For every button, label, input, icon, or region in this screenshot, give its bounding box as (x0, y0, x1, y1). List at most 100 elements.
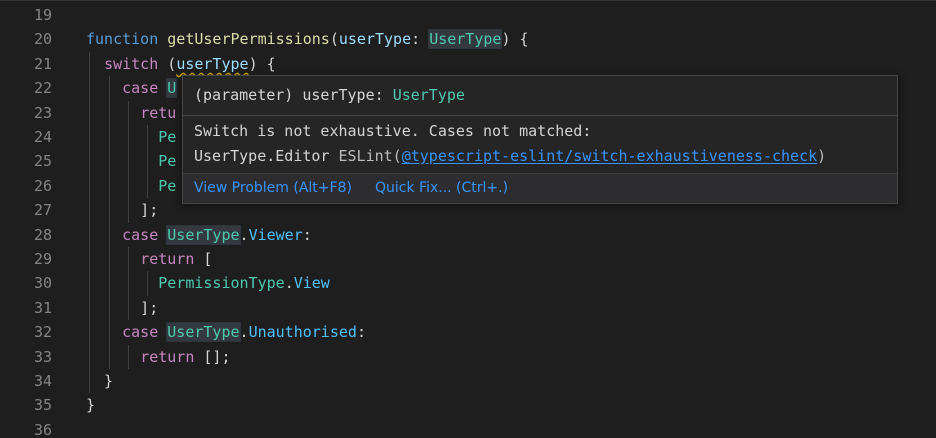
line-number: 26 (33, 176, 52, 195)
code-token: UserType (428, 29, 503, 50)
code-line[interactable]: 31 ]; (0, 295, 936, 321)
line-number: 28 (33, 225, 52, 244)
code-token: function (86, 30, 159, 49)
code-token: . (284, 274, 294, 293)
code-token: : (356, 323, 366, 342)
code-token: case (122, 323, 159, 342)
code-text: ]; (86, 296, 158, 320)
quick-fix-button[interactable]: Quick Fix... (Ctrl+.) (375, 180, 508, 196)
code-token: case (122, 225, 159, 244)
code-token: Unauthorised (248, 323, 357, 342)
code-token: : (411, 30, 430, 49)
code-token: . (239, 225, 249, 244)
line-number: 31 (33, 298, 52, 317)
hover-signature: (parameter) userType: UserType (194, 84, 465, 106)
code-editor[interactable]: 19 20 function getUserPermissions(userType… (0, 0, 936, 438)
code-line[interactable]: 35} (0, 393, 936, 417)
line-number: 34 (33, 372, 52, 390)
code-text: function getUserPermissions(userType: Us… (86, 27, 529, 51)
line-number: 19 (33, 6, 52, 24)
code-token: ( (329, 30, 339, 49)
code-line[interactable]: 21 switch (userType) { (0, 51, 936, 77)
problem-source: ESLint( (338, 147, 402, 165)
code-token: Pe (158, 128, 177, 146)
code-token: ) { (248, 54, 276, 73)
line-number: 30 (33, 274, 52, 293)
code-token: case (122, 79, 159, 98)
line-number: 21 (33, 54, 52, 73)
problem-source-close: ) (817, 147, 827, 165)
line-number: 35 (33, 396, 52, 415)
code-token: getUserPermissions (167, 30, 330, 49)
code-text: } (86, 369, 113, 393)
code-token: U (166, 78, 178, 99)
hover-signature-type: UserType (392, 86, 465, 104)
line-number: 24 (33, 128, 52, 146)
line-number: 36 (33, 420, 52, 438)
code-line[interactable]: 30 PermissionType.View (0, 271, 936, 296)
code-token: UserType (166, 224, 241, 245)
code-token: Pe (158, 176, 177, 195)
line-number: 29 (33, 250, 52, 268)
code-token: userType (176, 54, 249, 73)
code-token: UserType (166, 322, 241, 343)
line-number: 23 (33, 103, 52, 122)
code-token: PermissionType (158, 274, 285, 293)
line-number: 20 (33, 30, 52, 49)
code-token: } (86, 372, 114, 390)
code-token: View (293, 274, 330, 293)
code-text: } (86, 393, 95, 417)
line-number: 27 (33, 201, 52, 220)
hover-signature-prefix: (parameter) userType: (194, 86, 393, 104)
code-token: ) { (501, 30, 529, 49)
line-number: 32 (33, 323, 52, 342)
code-text: retu (86, 101, 176, 125)
line-number: 25 (33, 152, 52, 171)
code-token: ]; (86, 201, 159, 220)
code-line[interactable]: 36 (0, 418, 936, 438)
code-line[interactable]: 19 (0, 3, 936, 27)
code-token: switch (104, 54, 159, 73)
code-text: case UserType.Viewer: (86, 223, 312, 247)
code-token: : (302, 225, 312, 244)
code-token: return (140, 250, 195, 268)
problem-message-line1: Switch is not exhaustive. Cases not matc… (194, 122, 592, 140)
view-problem-button[interactable]: View Problem (Alt+F8) (194, 180, 352, 196)
code-text: ]; (86, 198, 158, 222)
code-line[interactable]: 32 case UserType.Unauthorised: (0, 320, 936, 345)
hover-widget: (parameter) userType: UserType Switch is… (182, 75, 898, 204)
code-text: return [ (86, 247, 212, 271)
problem-unmatched-case: UserType.Editor (194, 147, 339, 165)
code-line[interactable]: 34 } (0, 369, 936, 394)
line-number: 33 (33, 347, 52, 366)
code-token: retu (140, 103, 177, 122)
code-line[interactable]: 29 return [ (0, 247, 936, 272)
eslint-rule-link[interactable]: @typescript-eslint/switch-exhaustiveness… (402, 147, 817, 165)
code-token: Pe (158, 152, 177, 171)
code-line[interactable]: 20 function getUserPermissions(userType: … (0, 27, 936, 51)
code-text: case UserType.Unauthorised: (86, 320, 366, 344)
code-token: . (239, 323, 249, 342)
code-token: } (86, 396, 96, 415)
code-line[interactable]: 33 return []; (0, 344, 936, 369)
code-text: case U (86, 76, 178, 100)
code-text: switch (userType) { (86, 52, 276, 76)
code-token: []; (194, 347, 231, 366)
code-line[interactable]: 28 case UserType.Viewer: (0, 222, 936, 247)
code-token: Viewer (248, 225, 303, 244)
problem-message: Switch is not exhaustive. Cases not matc… (194, 119, 826, 169)
code-token: return (140, 347, 195, 366)
